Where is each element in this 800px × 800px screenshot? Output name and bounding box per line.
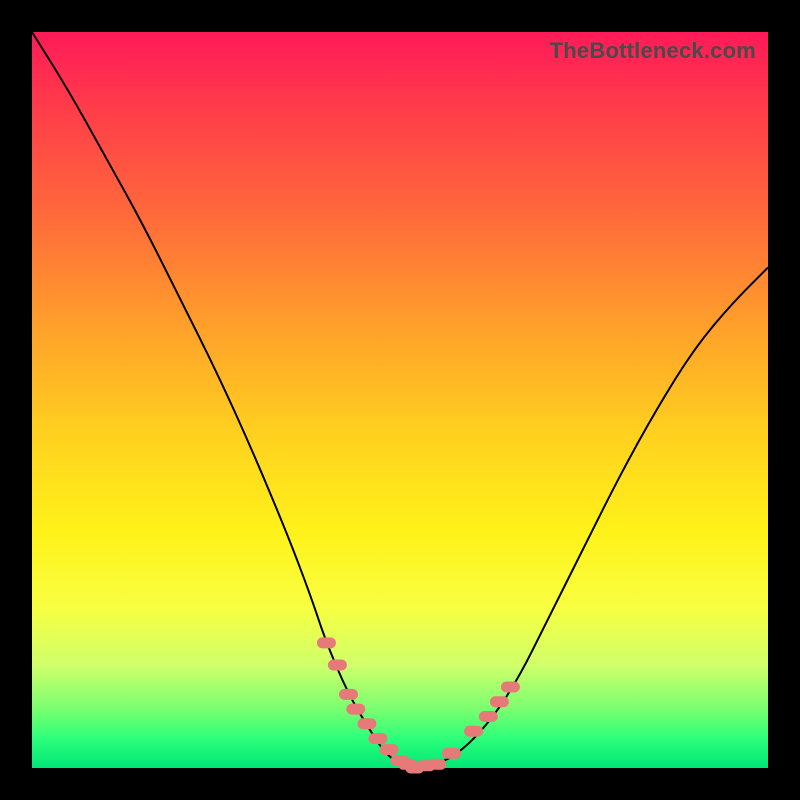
highlight-dot — [328, 660, 346, 670]
highlight-dot — [428, 759, 446, 769]
bottleneck-curve — [32, 32, 768, 767]
highlight-dot — [465, 726, 483, 736]
highlight-dot — [501, 682, 519, 692]
highlight-dot — [479, 712, 497, 722]
highlight-dot — [317, 638, 335, 648]
plot-area: TheBottleneck.com — [32, 32, 768, 768]
highlight-dot — [358, 719, 376, 729]
chart-frame: TheBottleneck.com — [0, 0, 800, 800]
curve-svg — [32, 32, 768, 768]
highlight-dot — [347, 704, 365, 714]
highlight-dots-group — [317, 638, 519, 773]
highlight-dot — [380, 745, 398, 755]
highlight-dot — [340, 689, 358, 699]
highlight-dot — [490, 697, 508, 707]
highlight-dot — [443, 748, 461, 758]
highlight-dot — [369, 734, 387, 744]
